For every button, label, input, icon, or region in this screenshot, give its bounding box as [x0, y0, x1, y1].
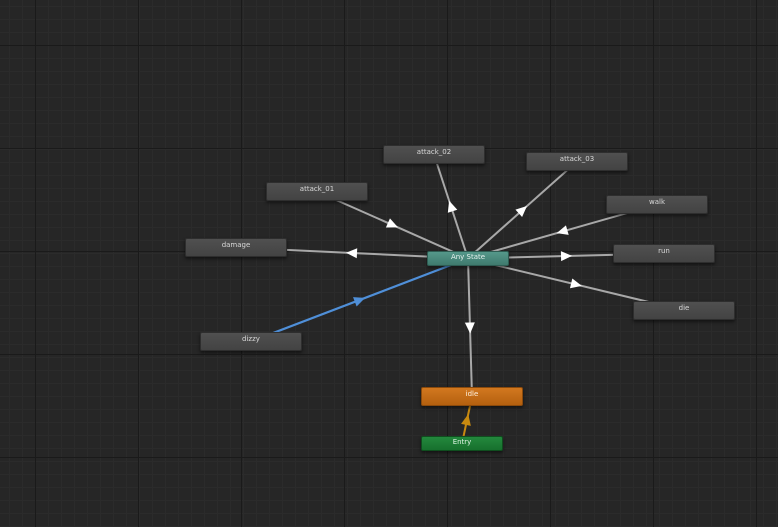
- state-node-attack-01[interactable]: attack_01: [266, 182, 368, 201]
- any-state-node[interactable]: Any State: [427, 251, 509, 266]
- transition-arrow-walk-to-any_state: [556, 225, 569, 235]
- transition-arrow-any_state-to-die: [569, 278, 582, 289]
- transition-arrow-attack_01-to-any_state: [385, 218, 398, 228]
- transition-arrow-any_state-to-attack_02: [447, 200, 458, 213]
- state-node-attack-03[interactable]: attack_03: [526, 152, 628, 171]
- transition-arrow-any_state-to-damage: [346, 248, 358, 259]
- state-node-run[interactable]: run: [613, 244, 715, 263]
- state-node-walk[interactable]: walk: [606, 195, 708, 214]
- state-node-dizzy[interactable]: dizzy: [200, 332, 302, 351]
- transition-arrow-any_state-to-attack_03: [515, 206, 527, 218]
- animator-graph-canvas[interactable]: attack_02 attack_03 attack_01 walk damag…: [0, 0, 778, 527]
- transition-any_state-to-attack_02[interactable]: [433, 154, 469, 259]
- state-node-damage[interactable]: damage: [185, 238, 287, 257]
- transition-any_state-to-idle[interactable]: [467, 258, 473, 397]
- transition-attack_01-to-any_state[interactable]: [316, 190, 469, 260]
- transition-arrow-any_state-to-run: [560, 251, 572, 262]
- state-node-attack-02[interactable]: attack_02: [383, 145, 485, 164]
- state-node-die[interactable]: die: [633, 301, 735, 320]
- transition-arrow-entry-to-idle: [461, 414, 471, 426]
- transition-arrow-any_state-to-idle: [464, 322, 475, 334]
- transition-dizzy-to-any_state[interactable]: [250, 257, 469, 343]
- transition-layer: [235, 154, 685, 444]
- transition-any_state-to-attack_03[interactable]: [467, 160, 578, 260]
- entry-node[interactable]: Entry: [421, 436, 503, 451]
- state-node-idle-default[interactable]: idle: [421, 387, 523, 406]
- transition-arrow-dizzy-to-any_state: [353, 297, 366, 307]
